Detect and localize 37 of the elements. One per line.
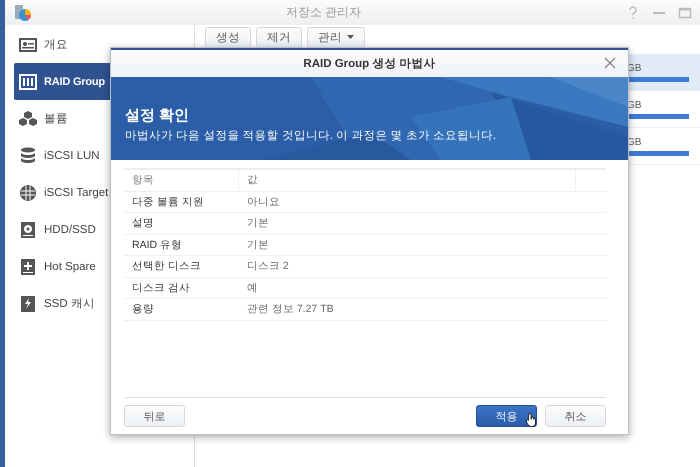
- toolbar-button[interactable]: 관리: [307, 26, 365, 48]
- caret-icon: [347, 35, 354, 39]
- table-cell-text: 용량: [131, 302, 155, 316]
- cancel-button[interactable]: 취소: [545, 405, 606, 427]
- sidebar-item[interactable]: 개요: [14, 26, 194, 63]
- table-cell-text: 다중 볼륨 지원: [131, 194, 205, 209]
- banner-heading: 설정 확인: [125, 106, 190, 125]
- table-cell-text: RAID 유형: [131, 238, 184, 252]
- disk-array-icon: [18, 72, 38, 92]
- maximize-icon[interactable]: [678, 6, 692, 20]
- globe-icon: [18, 182, 38, 202]
- app-logo-icon: [13, 2, 33, 22]
- back-button[interactable]: 뒤로: [124, 405, 185, 427]
- database-icon: [18, 146, 38, 166]
- usage-bar: [627, 114, 689, 118]
- cubes-icon: [18, 108, 38, 128]
- hand-cursor-icon: [526, 413, 537, 427]
- toolbar-button[interactable]: 생성: [205, 26, 251, 48]
- table-cell-text: 기본: [246, 238, 270, 252]
- usage-bar: [627, 150, 689, 156]
- table-cell-text: 선택한 디스크: [131, 259, 202, 274]
- table-cell-text: 예: [246, 280, 259, 295]
- column-header: 항목: [124, 170, 239, 190]
- disk-plus-icon: [18, 256, 38, 276]
- toolbar-button[interactable]: 제거: [256, 26, 302, 48]
- close-icon[interactable]: [604, 57, 616, 69]
- usage-bar: [627, 76, 689, 82]
- banner-description: 마법사가 다음 설정을 적용할 것입니다. 이 과정은 몇 초가 소요됩니다.: [125, 129, 498, 143]
- table-cell-text: 아니요: [246, 194, 281, 209]
- table-cell-text: 관련 정보 7.27 TB: [246, 302, 335, 316]
- column-header: 값: [239, 170, 576, 190]
- dialog-title: RAID Group 생성 마법사: [303, 57, 436, 71]
- table-cell-text: 디스크 2: [246, 259, 290, 274]
- window-title: 저장소 관리자: [284, 4, 362, 21]
- table-cell-text: 기본: [246, 216, 270, 230]
- table-cell-text: 디스크 검사: [131, 280, 191, 295]
- table-cell-text: 설명: [131, 216, 155, 230]
